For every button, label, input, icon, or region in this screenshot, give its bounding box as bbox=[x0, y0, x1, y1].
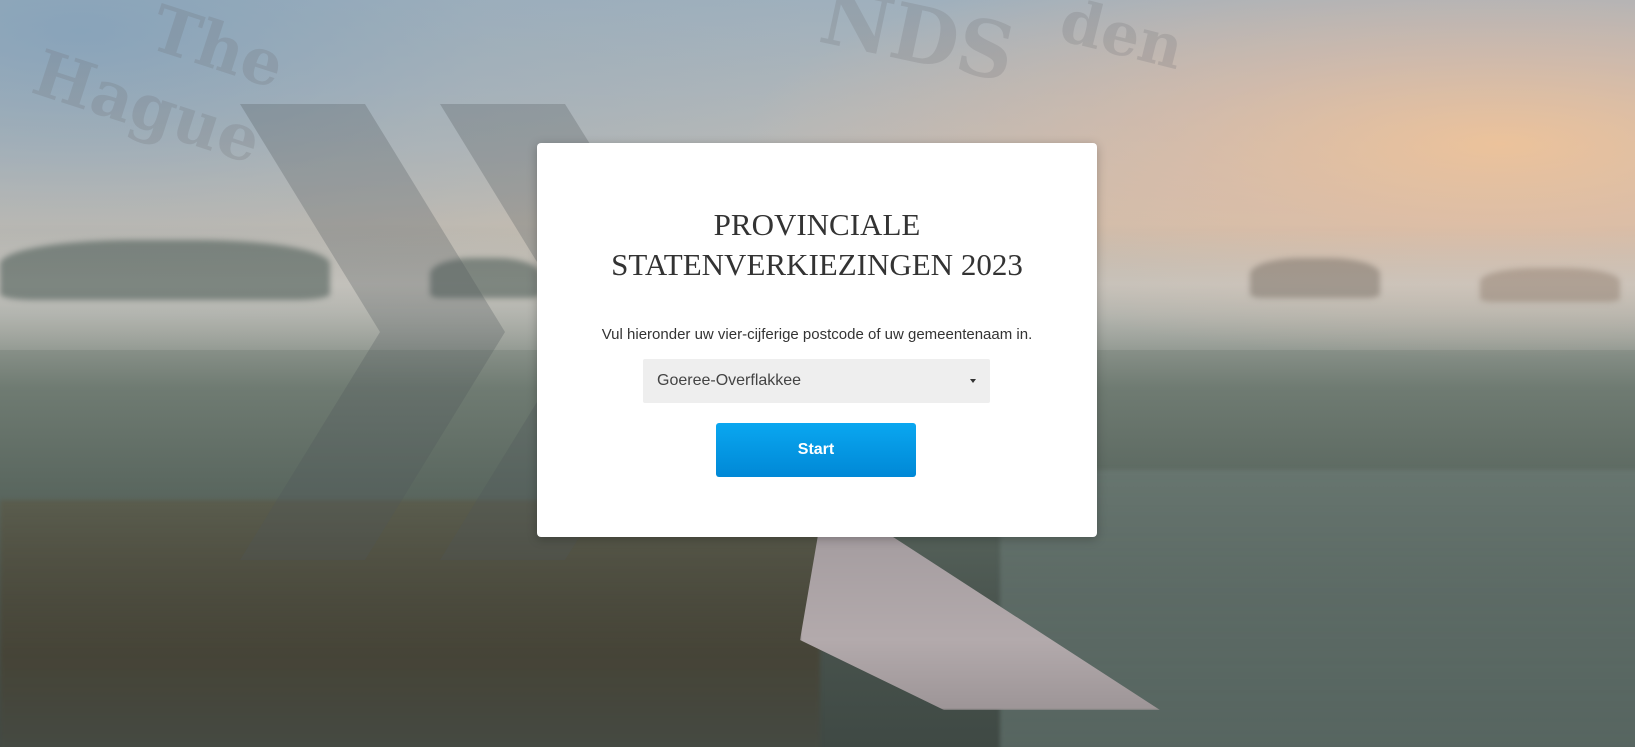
page-title: PROVINCIALE STATENVERKIEZINGEN 2023 bbox=[537, 205, 1097, 285]
title-line-1: PROVINCIALE bbox=[713, 207, 921, 242]
title-line-2: STATENVERKIEZINGEN 2023 bbox=[611, 247, 1023, 282]
instruction-text: Vul hieronder uw vier-cijferige postcode… bbox=[601, 326, 1033, 343]
postcode-search-card: PROVINCIALE STATENVERKIEZINGEN 2023 Vul … bbox=[537, 143, 1097, 537]
treeline-right bbox=[1250, 258, 1380, 298]
municipality-select-value: Goeree-Overflakkee bbox=[657, 372, 802, 389]
treeline-far-right bbox=[1480, 268, 1620, 302]
caret-down-icon bbox=[970, 379, 976, 383]
municipality-select[interactable]: Goeree-Overflakkee bbox=[643, 359, 990, 403]
start-button[interactable]: Start bbox=[716, 423, 916, 477]
